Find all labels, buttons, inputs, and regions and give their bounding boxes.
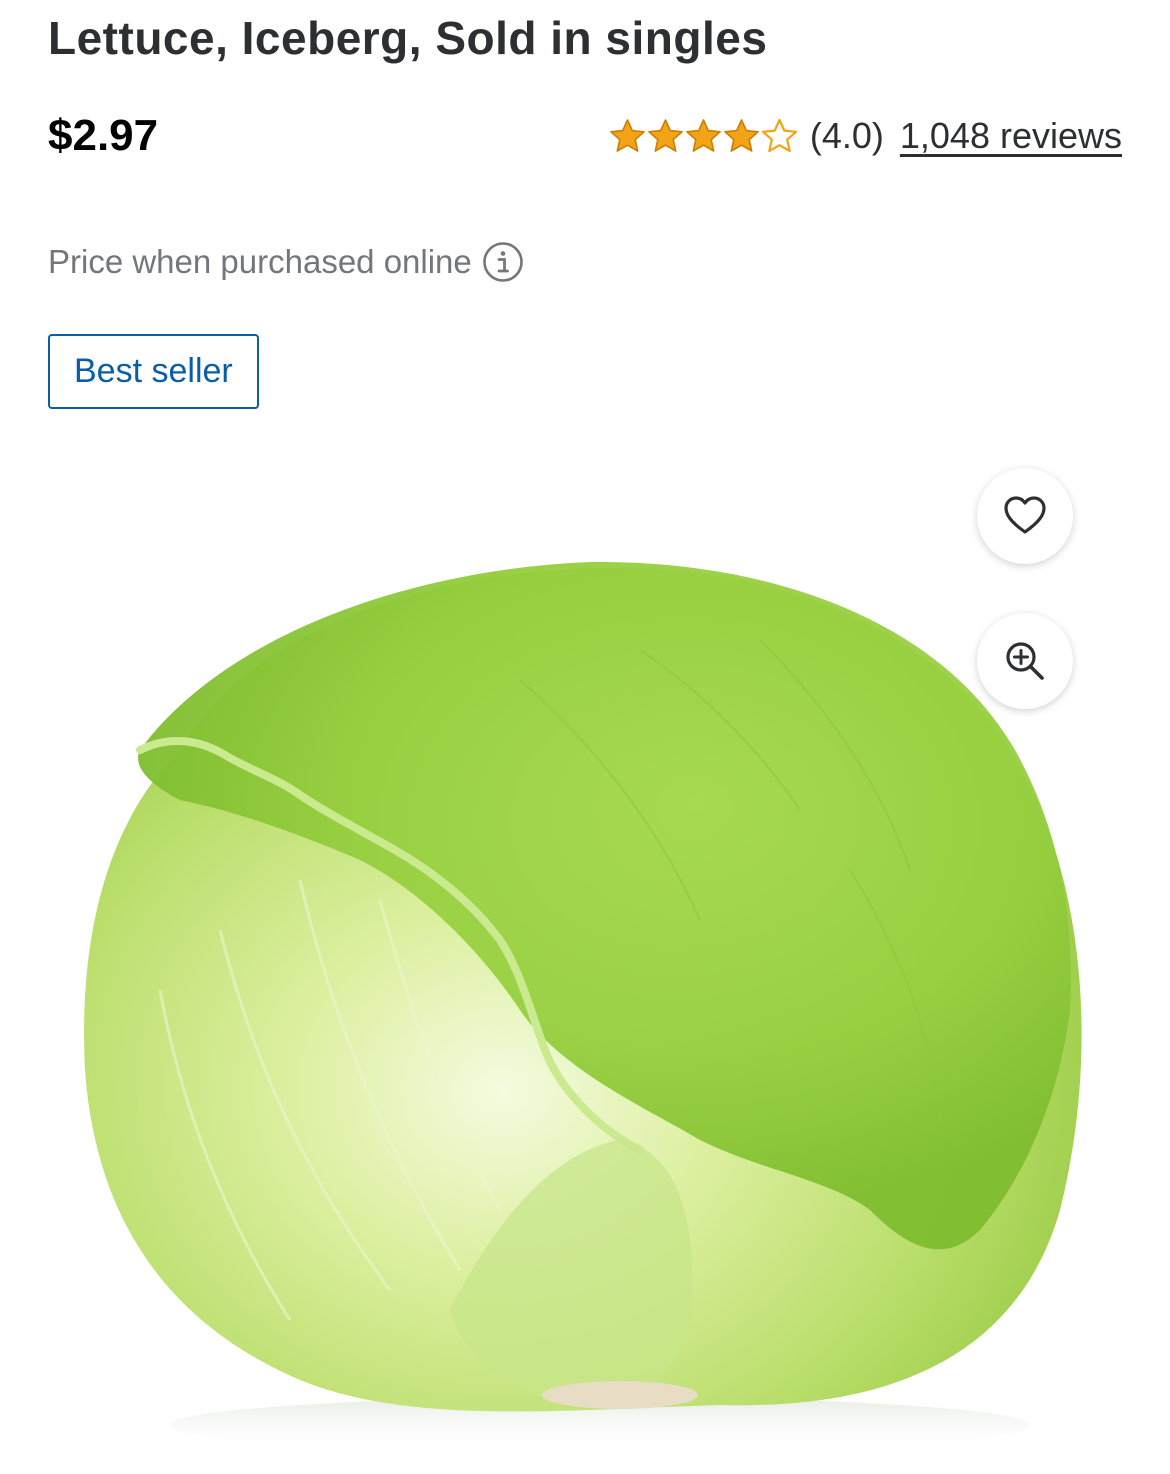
product-title: Lettuce, Iceberg, Sold in singles xyxy=(48,12,768,64)
best-seller-badge: Best seller xyxy=(48,334,259,409)
heart-icon xyxy=(1004,496,1046,534)
product-image[interactable] xyxy=(0,450,1170,1474)
rating-value: (4.0) xyxy=(809,115,884,156)
product-price: $2.97 xyxy=(48,111,159,160)
star-filled-icon xyxy=(724,119,759,152)
reviews-link[interactable]: 1,048 reviews xyxy=(900,115,1122,157)
price-note: Price when purchased online xyxy=(48,238,524,286)
product-page: Lettuce, Iceberg, Sold in singles $2.97 … xyxy=(0,0,1170,1474)
info-icon[interactable] xyxy=(482,241,524,283)
lettuce-image xyxy=(84,561,1082,1453)
star-filled-icon xyxy=(610,119,645,152)
star-filled-icon xyxy=(686,119,721,152)
star-outline-icon xyxy=(761,118,797,153)
star-rating xyxy=(609,118,798,154)
price-note-text: Price when purchased online xyxy=(48,243,472,280)
star-filled-icon xyxy=(648,119,683,152)
zoom-button[interactable] xyxy=(977,613,1073,709)
rating-summary[interactable]: (4.0) 1,048 reviews xyxy=(609,110,1122,162)
favorite-button[interactable] xyxy=(977,468,1073,564)
zoom-in-icon xyxy=(1006,642,1044,680)
